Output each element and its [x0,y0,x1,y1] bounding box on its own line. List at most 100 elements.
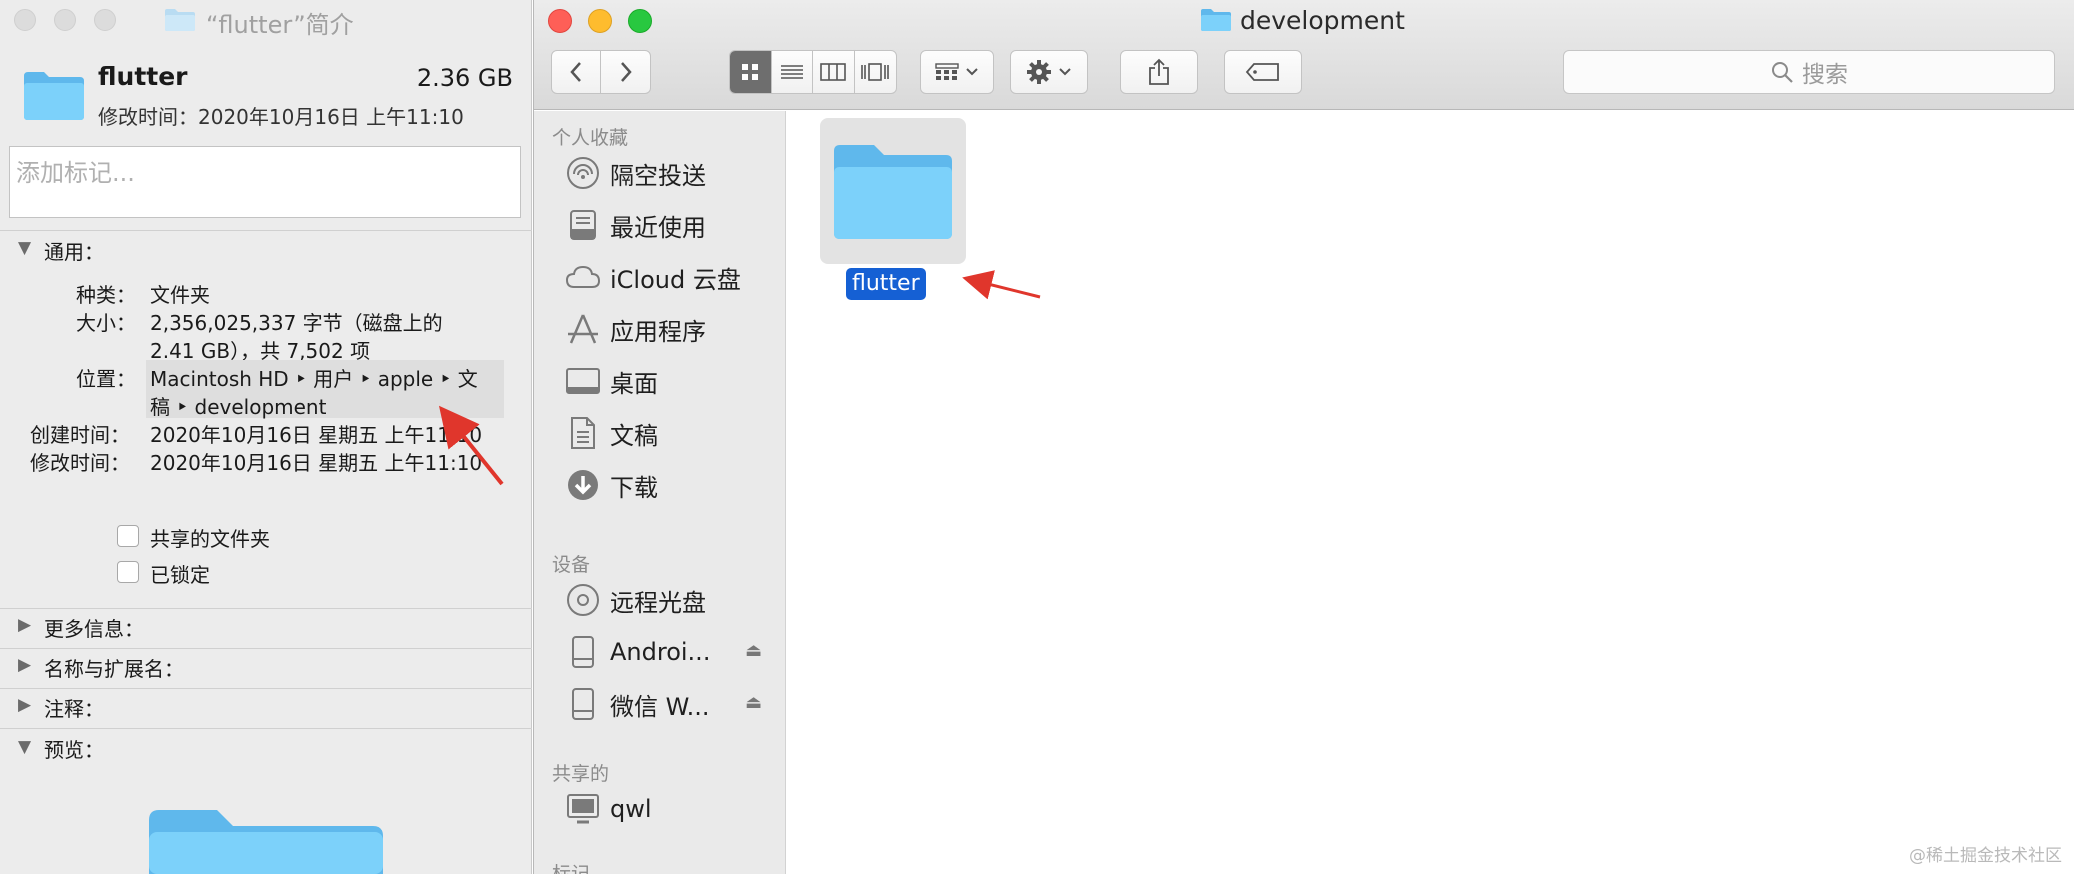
sidebar-section-tags: 标记 [552,863,591,874]
eject-icon[interactable]: ⏏ [745,640,762,661]
sidebar-item-label: 应用程序 [610,317,706,346]
divider [0,230,532,231]
group-by-button[interactable] [920,50,994,94]
sidebar-item-label: iCloud 云盘 [610,265,741,294]
grid-icon [742,64,759,80]
icon-view-button[interactable] [730,51,772,93]
downloads-icon [564,466,602,504]
section-comments[interactable]: 注释： [44,693,104,722]
sidebar-item-remote-disc[interactable]: 远程光盘 [564,578,786,622]
sidebar-item-android[interactable]: Androi... ⏏ [564,630,786,674]
sidebar-item-downloads[interactable]: 下载 [564,463,786,507]
sidebar-item-airdrop[interactable]: 隔空投送 [564,151,786,195]
sidebar-item-wechat[interactable]: 微信 W... ⏏ [564,682,786,726]
created-key: 创建时间： [30,423,130,447]
sidebar-section-favorites: 个人收藏 [552,127,629,149]
divider [0,728,532,729]
sidebar-item-label: 远程光盘 [610,588,706,617]
preview-folder-icon [145,806,387,874]
sidebar-item-qwl[interactable]: qwl [564,787,786,831]
watermark: @稀土掘金技术社区 [1909,846,2062,866]
search-input[interactable]: 搜索 [1563,50,2055,94]
airdrop-icon [564,154,602,192]
section-more-info[interactable]: 更多信息： [44,613,144,642]
close-button[interactable] [548,9,572,33]
window-title: development [1240,6,1405,35]
divider [0,688,532,689]
info-window: “flutter”简介 flutter 2.36 GB 修改时间：2020年10… [0,0,532,874]
finder-window: development 搜索 个人收藏 隔空投送 最近使用 iCloud 云盘 … [533,0,2074,874]
divider [0,608,532,609]
gear-icon [1027,60,1051,84]
desktop-icon [564,362,602,400]
share-icon [1149,58,1169,85]
location-key: 位置： [76,367,136,391]
sidebar-item-applications[interactable]: 应用程序 [564,307,786,351]
folder-icon [164,8,196,32]
column-view-button[interactable] [813,51,855,93]
sidebar-item-label: qwl [610,795,652,823]
back-button[interactable] [552,51,602,93]
tags-button[interactable] [1224,50,1302,94]
view-mode-segment [729,50,897,94]
eject-icon[interactable]: ⏏ [745,692,762,713]
file-browser-content: flutter [787,111,2074,874]
disclosure-open-icon[interactable]: ▼ [18,737,31,757]
shared-folder-label: 共享的文件夹 [150,527,270,551]
recents-icon [564,206,602,244]
finder-toolbar: development 搜索 [534,0,2074,110]
sidebar-item-documents[interactable]: 文稿 [564,411,786,455]
gallery-view-button[interactable] [855,51,896,93]
kind-key: 种类： [76,283,136,307]
kind-value: 文件夹 [150,283,210,307]
disclosure-closed-icon[interactable]: ▶ [18,655,31,675]
file-item-label[interactable]: flutter [846,268,926,300]
modified-key: 修改时间： [30,451,130,475]
tag-input[interactable]: 添加标记... [9,146,521,218]
locked-checkbox[interactable] [117,561,139,583]
folder-icon [1200,8,1232,36]
sidebar-item-label: 文稿 [610,421,658,450]
location-value-line2[interactable]: 稿 ‣ development [150,391,326,420]
tag-icon [1245,63,1279,81]
sidebar-item-label: Androi... [610,638,711,666]
disclosure-open-icon[interactable]: ▼ [18,238,31,258]
item-name: flutter [98,62,188,91]
search-placeholder: 搜索 [1802,62,1848,88]
chevron-left-icon [570,62,581,82]
action-button[interactable] [1010,50,1088,94]
documents-icon [564,414,602,452]
section-general[interactable]: 通用： [44,236,104,265]
sidebar-item-label: 桌面 [610,369,658,398]
sidebar-item-label: 下载 [610,473,658,502]
search-icon [1772,62,1793,83]
minimize-button[interactable] [54,9,76,31]
close-button[interactable] [14,9,36,31]
disclosure-closed-icon[interactable]: ▶ [18,615,31,635]
file-item-flutter[interactable] [820,118,966,264]
chevron-down-icon [1059,68,1071,76]
minimize-button[interactable] [588,9,612,33]
zoom-button[interactable] [628,9,652,33]
chevron-right-icon [620,62,632,82]
list-view-button[interactable] [772,51,813,93]
sidebar-item-recents[interactable]: 最近使用 [564,203,786,247]
sidebar-item-icloud[interactable]: iCloud 云盘 [564,255,786,299]
zoom-button[interactable] [94,9,116,31]
info-titlebar: “flutter”简介 [0,0,532,42]
section-name-extension[interactable]: 名称与扩展名： [44,653,184,682]
divider [0,648,532,649]
share-button[interactable] [1120,50,1198,94]
cloud-icon [564,258,602,296]
sidebar-item-label: 最近使用 [610,213,706,242]
shared-folder-checkbox[interactable] [117,525,139,547]
sidebar-section-shared: 共享的 [552,763,610,785]
disclosure-closed-icon[interactable]: ▶ [18,695,31,715]
forward-button[interactable] [601,51,650,93]
sidebar-item-desktop[interactable]: 桌面 [564,359,786,403]
sidebar: 个人收藏 隔空投送 最近使用 iCloud 云盘 应用程序 桌面 文稿 下载 设… [534,111,786,874]
section-preview[interactable]: 预览： [44,734,104,763]
chevron-down-icon [966,68,978,76]
location-value-line1[interactable]: Macintosh HD ‣ 用户 ‣ apple ‣ 文 [150,363,478,392]
size-key: 大小： [76,311,136,335]
